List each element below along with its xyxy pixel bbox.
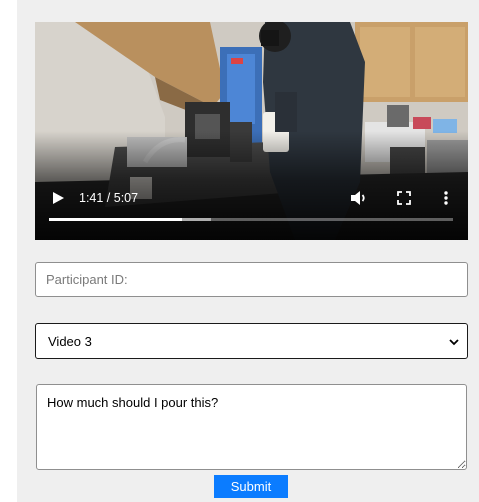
play-icon: [53, 192, 64, 204]
video-time-display: 1:41 / 5:07: [79, 191, 139, 205]
fullscreen-button[interactable]: [396, 190, 412, 206]
fullscreen-icon: [397, 191, 411, 205]
video-progress-bar[interactable]: [49, 218, 453, 221]
chevron-down-icon: [449, 339, 459, 346]
volume-icon: [351, 191, 365, 205]
video-controls-gradient: [35, 22, 468, 240]
more-options-icon: [444, 191, 448, 205]
volume-button[interactable]: [349, 188, 369, 208]
video-select[interactable]: Video 3: [35, 323, 468, 359]
play-button[interactable]: [49, 189, 67, 207]
participant-id-input[interactable]: [35, 262, 468, 297]
submit-button[interactable]: Submit: [214, 475, 288, 498]
more-options-button[interactable]: [441, 189, 451, 207]
question-textarea[interactable]: How much should I pour this?: [36, 384, 467, 470]
video-select-value: Video 3: [48, 334, 92, 349]
video-played-bar: [49, 218, 182, 221]
video-player[interactable]: 1:41 / 5:07: [35, 22, 468, 240]
